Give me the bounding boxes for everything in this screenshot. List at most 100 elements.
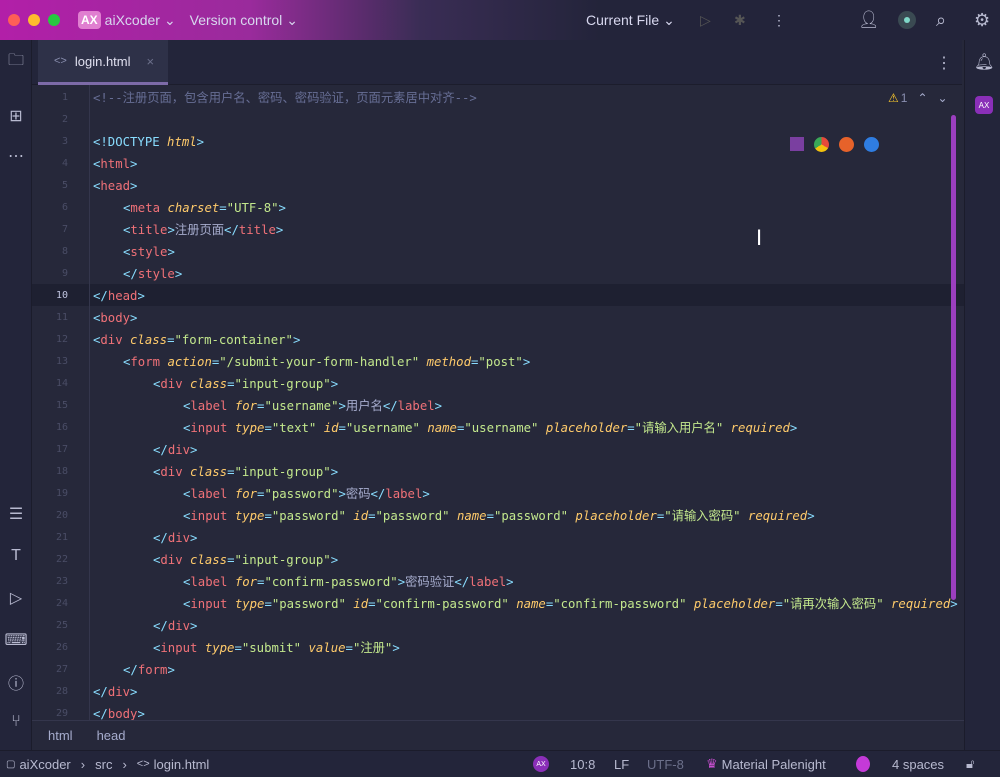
ide-browser-icon[interactable] xyxy=(790,137,804,151)
line-number: 22 xyxy=(55,554,68,565)
code-line[interactable]: <input type="password" id="confirm-passw… xyxy=(93,593,958,615)
code-line[interactable]: <body> xyxy=(93,307,137,329)
code-editor[interactable]: 1 2 3 4 5 6 7 8 9 10 11 12 13 14 15 16 17 18 19 20 21 22 23 24 2… xyxy=(32,85,964,720)
notifications-icon[interactable]: 🔔︎ xyxy=(974,52,994,72)
firefox-icon[interactable] xyxy=(839,137,854,152)
code-line[interactable]: <style> xyxy=(93,241,175,263)
chevron-up-icon[interactable]: ⌃ xyxy=(917,91,927,105)
minimize-window-button[interactable] xyxy=(28,14,40,26)
settings-icon[interactable]: ⚙ xyxy=(974,10,990,31)
more-icon[interactable]: ⋯ xyxy=(6,146,26,166)
project-name: aiXcoder xyxy=(104,12,160,28)
right-toolbar: 🔔︎ AX xyxy=(964,40,1000,750)
code-line[interactable]: <!--注册页面，包含用户名、密码、密码验证，页面元素居中对齐--> xyxy=(93,87,477,109)
code-line[interactable]: </body> xyxy=(93,703,145,720)
aixcoder-icon[interactable]: AX xyxy=(975,96,993,114)
terminal-icon[interactable]: ⌨ xyxy=(4,630,27,650)
search-icon[interactable]: ⌕ xyxy=(936,10,946,31)
code-token: for xyxy=(234,575,258,589)
close-tab-icon[interactable]: × xyxy=(147,54,155,69)
code-line[interactable]: </style> xyxy=(93,263,182,285)
code-line[interactable]: <html> xyxy=(93,153,137,175)
run-icon[interactable]: ▷ xyxy=(700,12,711,29)
chevron-down-icon[interactable]: ⌄ xyxy=(938,91,948,105)
code-line[interactable]: <div class="form-container"> xyxy=(93,329,300,351)
line-ending[interactable]: LF xyxy=(614,757,629,772)
code-token: name xyxy=(516,597,546,611)
path-project[interactable]: aiXcoder xyxy=(19,757,70,772)
code-token: "请再次输入密码" xyxy=(782,597,892,611)
code-token: div xyxy=(100,333,131,347)
code-token: "password" xyxy=(493,509,576,523)
path-file[interactable]: login.html xyxy=(154,757,210,772)
todo-list-icon[interactable]: ☰ xyxy=(6,504,26,524)
code-line[interactable]: <meta charset="UTF-8"> xyxy=(93,197,286,219)
code-token: "注册" xyxy=(352,641,393,655)
more-icon[interactable]: ⋮ xyxy=(772,12,786,29)
code-line[interactable]: <head> xyxy=(93,175,137,197)
file-encoding[interactable]: UTF-8 xyxy=(647,757,684,772)
code-token: > xyxy=(338,399,346,413)
inspection-widget[interactable]: ⚠ 1 ⌃ ⌄ xyxy=(888,91,948,105)
code-token: > xyxy=(397,575,406,589)
code-token: input xyxy=(160,641,205,655)
code-line[interactable]: </div> xyxy=(93,681,137,703)
indent-setting[interactable]: 4 spaces xyxy=(892,757,944,772)
code-line[interactable]: <label for="password">密码</label> xyxy=(93,483,430,505)
code-line[interactable]: </form> xyxy=(93,659,175,681)
code-line[interactable]: <label for="confirm-password">密码验证</labe… xyxy=(93,571,514,593)
line-number: 18 xyxy=(55,466,68,477)
code-line[interactable]: <div class="input-group"> xyxy=(93,461,338,483)
code-line[interactable]: <input type="text" id="username" name="u… xyxy=(93,417,797,439)
code-line[interactable]: </div> xyxy=(93,527,197,549)
run-config-selector[interactable]: Current File ⌄ xyxy=(586,12,675,29)
code-line[interactable]: <title>注册页面</title> xyxy=(93,219,283,241)
path-folder[interactable]: src xyxy=(95,757,112,772)
line-number: 23 xyxy=(55,576,68,587)
code-line[interactable]: <div class="input-group"> xyxy=(93,373,338,395)
code-line[interactable]: <input type="submit" value="注册"> xyxy=(93,637,400,659)
plugin-status-icon[interactable] xyxy=(856,756,870,772)
ai-assistant-icon[interactable] xyxy=(898,11,916,29)
code-token: = xyxy=(345,641,353,655)
tab-login-html[interactable]: <> login.html × xyxy=(38,40,168,85)
structure-icon[interactable]: ⊞ xyxy=(6,106,26,126)
folder-icon[interactable]: 🗀 xyxy=(6,52,26,72)
vcs-menu[interactable]: Version control ⌄ xyxy=(190,12,298,29)
code-line[interactable]: </head> xyxy=(93,285,145,307)
code-token: "submit" xyxy=(241,641,309,655)
code-token: head xyxy=(107,289,138,303)
caret-position[interactable]: 10:8 xyxy=(570,757,595,772)
aixcoder-status-icon[interactable]: AX xyxy=(533,756,549,772)
code-token: > xyxy=(196,135,205,149)
safari-icon[interactable] xyxy=(864,137,879,152)
code-line[interactable]: </div> xyxy=(93,615,197,637)
breadcrumb-item-html[interactable]: html xyxy=(48,728,73,743)
code-line[interactable]: <div class="input-group"> xyxy=(93,549,338,571)
tab-options-icon[interactable]: ⋮ xyxy=(936,53,952,73)
theme-indicator[interactable]: ♛ Material Palenight xyxy=(706,756,826,772)
code-token: > xyxy=(190,619,198,633)
chrome-icon[interactable] xyxy=(814,137,829,152)
close-window-button[interactable] xyxy=(8,14,20,26)
code-token: </ xyxy=(93,289,108,303)
breadcrumb-item-head[interactable]: head xyxy=(97,728,126,743)
code-token: title xyxy=(238,223,276,237)
code-line[interactable]: <!DOCTYPE html> xyxy=(93,131,204,153)
code-token: > xyxy=(137,707,145,720)
code-line[interactable]: <form action="/submit-your-form-handler"… xyxy=(93,351,530,373)
scrollbar[interactable] xyxy=(951,115,956,600)
debug-icon[interactable]: ✱ xyxy=(734,12,746,29)
git-icon[interactable]: ⑂ xyxy=(6,712,26,732)
add-user-icon[interactable]: 👤︎ xyxy=(858,10,880,30)
code-line[interactable]: <label for="username">用户名</label> xyxy=(93,395,442,417)
code-line[interactable]: <input type="password" id="password" nam… xyxy=(93,505,815,527)
code-token: "password" xyxy=(264,487,339,501)
text-format-icon[interactable]: T xyxy=(6,546,26,566)
services-icon[interactable]: ▷ xyxy=(6,588,26,608)
code-line[interactable]: </div> xyxy=(93,439,197,461)
maximize-window-button[interactable] xyxy=(48,14,60,26)
lock-icon[interactable]: 🔓︎ xyxy=(966,756,974,772)
project-selector[interactable]: AX aiXcoder ⌄ xyxy=(78,11,176,29)
problems-icon[interactable]: ⓘ xyxy=(6,672,26,693)
